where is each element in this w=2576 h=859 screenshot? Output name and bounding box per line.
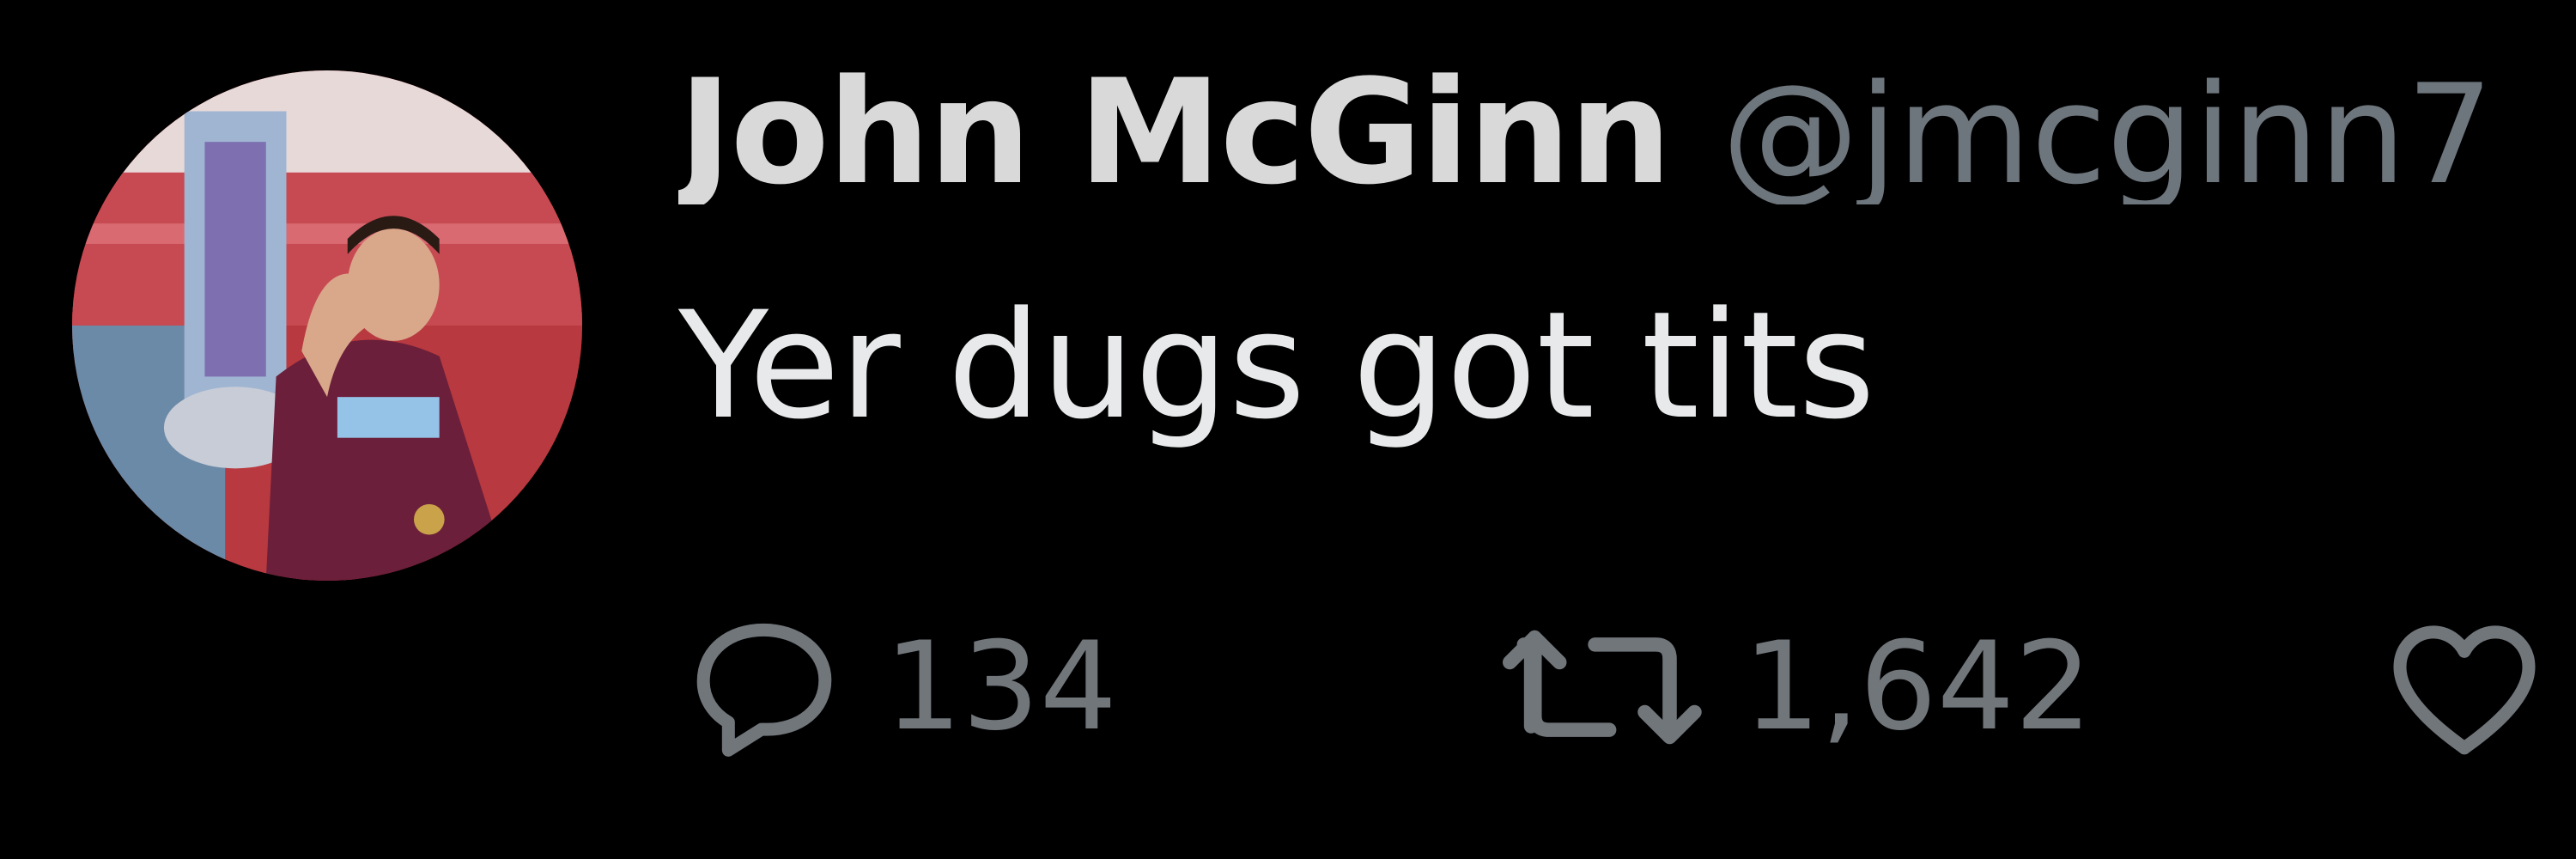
reply-bubble-icon: [678, 601, 850, 773]
author-line: John McGinn @jmcginn7: [678, 60, 2576, 204]
reply-button[interactable]: 134: [678, 601, 1117, 773]
reply-count: 134: [884, 616, 1118, 758]
tweet-text: Yer dugs got tits: [678, 279, 1875, 452]
avatar-photo: [72, 70, 582, 581]
avatar[interactable]: [72, 70, 582, 581]
heart-icon: [2379, 601, 2550, 773]
user-handle[interactable]: @jmcginn7: [1722, 60, 2494, 204]
like-button[interactable]: [2379, 601, 2550, 773]
display-name[interactable]: John McGinn: [678, 60, 1672, 204]
tweet-actions: 134 1,642: [678, 601, 2576, 773]
retweet-button[interactable]: 1,642: [1503, 601, 2093, 773]
retweet-count: 1,642: [1743, 616, 2093, 758]
retweet-icon: [1503, 601, 1709, 773]
tweet-card: John McGinn @jmcginn7 Yer dugs got tits 1…: [0, 0, 2576, 859]
